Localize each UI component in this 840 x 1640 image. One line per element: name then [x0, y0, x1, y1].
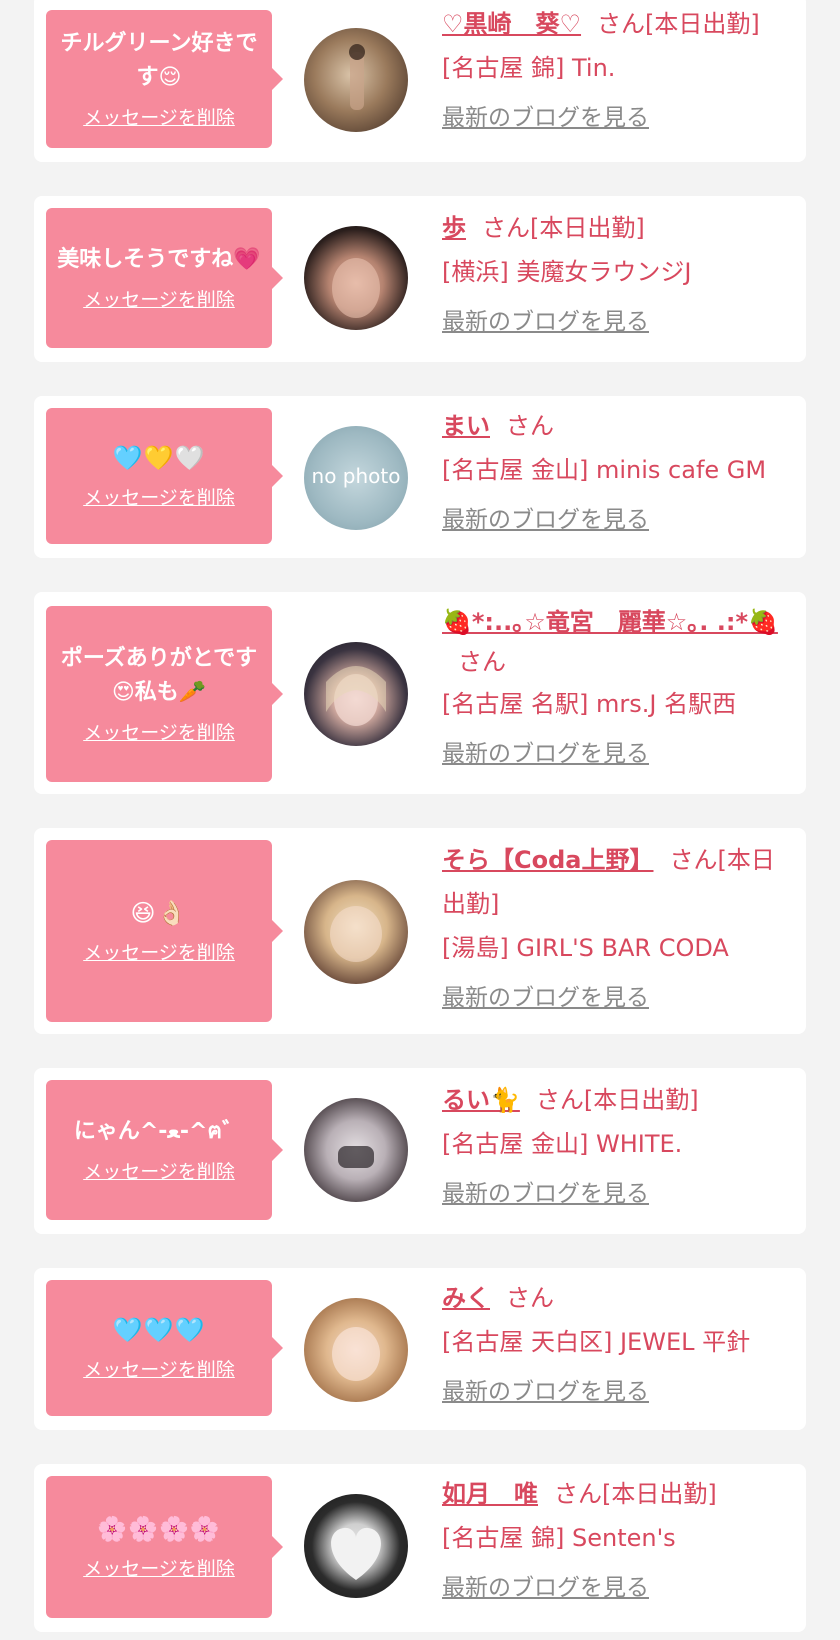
photo-avatar-icon	[332, 258, 380, 318]
sender-info: そら【Coda上野】 さん[本日出勤] [湯島] GIRL'S BAR CODA …	[442, 838, 794, 1020]
sender-info: まい さん [名古屋 金山] minis cafe GM 最新のブログを見る	[442, 404, 794, 542]
honorific: さん	[458, 648, 506, 676]
photo-avatar-icon	[349, 44, 365, 110]
message-bubble: 🩵💛🤍 メッセージを削除	[46, 408, 283, 544]
message-card: ポーズありがとです😍私も🥕 メッセージを削除 🍓*:..｡☆竜宮 麗華☆｡. .…	[34, 592, 806, 794]
message-bubble: 🩵🩵🩵 メッセージを削除	[46, 1280, 283, 1416]
latest-blog-link[interactable]: 最新のブログを見る	[442, 1172, 649, 1216]
latest-blog-link[interactable]: 最新のブログを見る	[442, 732, 649, 776]
sender-info: ♡黒崎 葵♡ さん[本日出勤] [名古屋 錦] Tin. 最新のブログを見る	[442, 2, 794, 140]
sender-name-link[interactable]: 🍓*:..｡☆竜宮 麗華☆｡. .:*🍓	[442, 608, 778, 636]
status-badge: [本日出勤]	[645, 10, 760, 38]
honorific: さん	[669, 846, 718, 874]
honorific: さん	[535, 1086, 584, 1114]
message-text: 🩵💛🤍	[112, 443, 206, 472]
shop-label: [名古屋 錦] Tin.	[442, 54, 616, 82]
status-badge: [本日出勤]	[530, 214, 645, 242]
avatar[interactable]	[304, 642, 408, 746]
avatar[interactable]	[304, 28, 408, 132]
message-bubble: にゃん^-ﻌ-^ฅ゛ メッセージを削除	[46, 1080, 283, 1220]
message-card: 🩵💛🤍 メッセージを削除 no photo まい さん [名古屋 金山] mini…	[34, 396, 806, 558]
message-text: にゃん^-ﻌ-^ฅ゛	[73, 1118, 245, 1144]
avatar[interactable]	[304, 1298, 408, 1402]
honorific: さん	[506, 412, 554, 440]
message-text: ポーズありがとです😍私も🥕	[60, 645, 258, 705]
latest-blog-link[interactable]: 最新のブログを見る	[442, 1370, 649, 1414]
avatar[interactable]	[304, 880, 408, 984]
delete-message-link[interactable]: メッセージを削除	[83, 285, 235, 312]
shop-label: [横浜] 美魔女ラウンジJ	[442, 258, 692, 286]
shop-label: [名古屋 名駅] mrs.J 名駅西	[442, 690, 737, 718]
message-text: チルグリーン好きです😌	[60, 30, 258, 90]
no-photo-label: no photo	[311, 464, 401, 488]
photo-avatar-icon	[326, 666, 386, 726]
sender-name-link[interactable]: まい	[442, 412, 490, 440]
shop-label: [名古屋 天白区] JEWEL 平針	[442, 1328, 751, 1356]
shop-label: [名古屋 金山] minis cafe GM	[442, 456, 767, 484]
latest-blog-link[interactable]: 最新のブログを見る	[442, 498, 649, 542]
sender-name-link[interactable]: るい🐈	[442, 1086, 520, 1114]
delete-message-link[interactable]: メッセージを削除	[83, 718, 235, 745]
delete-message-link[interactable]: メッセージを削除	[83, 1355, 235, 1382]
honorific: さん	[597, 10, 646, 38]
message-text: 🩵🩵🩵	[112, 1315, 206, 1344]
honorific: さん	[554, 1480, 602, 1508]
message-card: 美味しそうですね💗 メッセージを削除 歩さん[本日出勤] [横浜] 美魔女ラウン…	[34, 196, 806, 362]
avatar[interactable]	[304, 226, 408, 330]
sender-info: 歩さん[本日出勤] [横浜] 美魔女ラウンジJ 最新のブログを見る	[442, 206, 794, 344]
sender-name-link[interactable]: 如月 唯	[442, 1480, 538, 1508]
honorific: さん	[506, 1284, 554, 1312]
sender-name-link[interactable]: みく	[442, 1284, 490, 1312]
sender-name-link[interactable]: そら【Coda上野】	[442, 846, 653, 874]
heart-avatar-icon	[331, 1527, 381, 1580]
shop-label: [名古屋 金山] WHITE.	[442, 1130, 683, 1158]
latest-blog-link[interactable]: 最新のブログを見る	[442, 300, 649, 344]
honorific: さん	[482, 214, 530, 242]
message-card: 🌸🌸🌸🌸 メッセージを削除 如月 唯さん[本日出勤] [名古屋 錦] Sente…	[34, 1464, 806, 1632]
message-card: チルグリーン好きです😌 メッセージを削除 ♡黒崎 葵♡ さん[本日出勤] [名古屋…	[34, 0, 806, 162]
photo-avatar-icon	[330, 906, 382, 962]
message-bubble: チルグリーン好きです😌 メッセージを削除	[46, 10, 283, 148]
message-card: 😆👌🏻 メッセージを削除 そら【Coda上野】 さん[本日出勤] [湯島] GIR…	[34, 828, 806, 1034]
message-list: チルグリーン好きです😌 メッセージを削除 ♡黒崎 葵♡ さん[本日出勤] [名古屋…	[0, 0, 840, 1640]
message-card: 🩵🩵🩵 メッセージを削除 みく さん [名古屋 天白区] JEWEL 平針 最新の…	[34, 1268, 806, 1430]
sender-info: みく さん [名古屋 天白区] JEWEL 平針 最新のブログを見る	[442, 1276, 794, 1414]
message-text: 美味しそうですね💗	[57, 246, 261, 272]
latest-blog-link[interactable]: 最新のブログを見る	[442, 96, 649, 140]
latest-blog-link[interactable]: 最新のブログを見る	[442, 1566, 649, 1610]
delete-message-link[interactable]: メッセージを削除	[83, 1157, 235, 1184]
status-badge: [本日出勤]	[602, 1480, 717, 1508]
message-card: にゃん^-ﻌ-^ฅ゛ メッセージを削除 るい🐈 さん[本日出勤] [名古屋 金山]…	[34, 1068, 806, 1234]
message-bubble: 美味しそうですね💗 メッセージを削除	[46, 208, 283, 348]
avatar[interactable]	[304, 1098, 408, 1202]
photo-avatar-icon	[332, 1327, 380, 1381]
message-text: 😆👌🏻	[130, 898, 188, 927]
message-bubble: ポーズありがとです😍私も🥕 メッセージを削除	[46, 606, 283, 782]
sender-info: るい🐈 さん[本日出勤] [名古屋 金山] WHITE. 最新のブログを見る	[442, 1078, 794, 1216]
delete-message-link[interactable]: メッセージを削除	[83, 483, 235, 510]
avatar[interactable]: no photo	[304, 426, 408, 530]
delete-message-link[interactable]: メッセージを削除	[83, 938, 235, 965]
message-text: 🌸🌸🌸🌸	[97, 1514, 221, 1543]
shop-label: [湯島] GIRL'S BAR CODA	[442, 934, 729, 962]
status-badge: [本日出勤]	[583, 1086, 699, 1114]
sender-info: 🍓*:..｡☆竜宮 麗華☆｡. .:*🍓 さん [名古屋 名駅] mrs.J 名駅…	[442, 602, 794, 776]
message-bubble: 😆👌🏻 メッセージを削除	[46, 840, 283, 1022]
delete-message-link[interactable]: メッセージを削除	[83, 1554, 235, 1581]
delete-message-link[interactable]: メッセージを削除	[83, 103, 235, 130]
message-bubble: 🌸🌸🌸🌸 メッセージを削除	[46, 1476, 283, 1618]
latest-blog-link[interactable]: 最新のブログを見る	[442, 976, 649, 1020]
sender-name-link[interactable]: ♡黒崎 葵♡	[442, 10, 581, 38]
sender-name-link[interactable]: 歩	[442, 214, 466, 242]
shop-label: [名古屋 錦] Senten's	[442, 1524, 676, 1552]
avatar[interactable]	[304, 1494, 408, 1598]
sender-info: 如月 唯さん[本日出勤] [名古屋 錦] Senten's 最新のブログを見る	[442, 1472, 794, 1610]
photo-avatar-icon	[338, 1146, 374, 1168]
